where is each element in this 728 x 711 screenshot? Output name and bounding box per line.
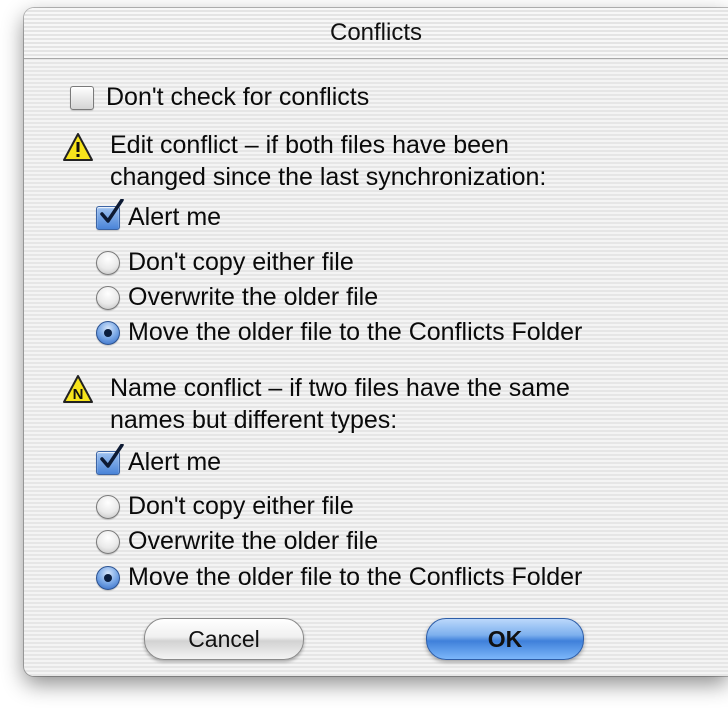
name-alert-me-checkbox[interactable] — [96, 444, 124, 475]
name-alert-me-label[interactable]: Alert me — [128, 447, 221, 477]
edit-conflict-description-line1: Edit conflict – if both files have been — [110, 131, 509, 159]
dont-check-label[interactable]: Don't check for conflicts — [106, 82, 369, 112]
conflicts-dialog: Conflicts Don't check for conflicts Edit… — [24, 8, 728, 676]
title-bar[interactable]: Conflicts — [24, 8, 728, 59]
edit-alert-me-label[interactable]: Alert me — [128, 202, 221, 232]
name-radio-overwrite[interactable] — [96, 530, 120, 554]
checkmark-icon — [100, 199, 124, 223]
name-conflict-description-line2: names but different types: — [110, 406, 398, 434]
edit-radio-dont-copy[interactable] — [96, 251, 120, 275]
svg-text:N: N — [73, 386, 84, 403]
name-radio-dont-copy[interactable] — [96, 495, 120, 519]
cancel-button[interactable]: Cancel — [144, 618, 304, 660]
edit-option-move-label[interactable]: Move the older file to the Conflicts Fol… — [128, 317, 582, 347]
checkmark-icon — [100, 444, 124, 468]
edit-radio-overwrite[interactable] — [96, 286, 120, 310]
window-title: Conflicts — [329, 19, 423, 46]
edit-option-overwrite-label[interactable]: Overwrite the older file — [128, 282, 378, 312]
radio-dot — [104, 574, 112, 582]
edit-conflict-description-line2: changed since the last synchronization: — [110, 163, 547, 191]
edit-option-dont-copy-label[interactable]: Don't copy either file — [128, 247, 354, 277]
name-warning-icon: N — [63, 375, 93, 403]
name-radio-move-to-conflicts[interactable] — [96, 566, 120, 590]
name-option-overwrite-label[interactable]: Overwrite the older file — [128, 526, 378, 556]
warning-icon — [63, 133, 93, 161]
dont-check-checkbox[interactable] — [70, 86, 94, 110]
edit-alert-me-checkbox[interactable] — [96, 199, 124, 230]
name-option-dont-copy-label[interactable]: Don't copy either file — [128, 491, 354, 521]
name-option-move-label[interactable]: Move the older file to the Conflicts Fol… — [128, 562, 582, 592]
name-conflict-description-line1: Name conflict – if two files have the sa… — [110, 374, 570, 402]
radio-dot — [104, 329, 112, 337]
edit-radio-move-to-conflicts[interactable] — [96, 321, 120, 345]
ok-button[interactable]: OK — [426, 618, 584, 660]
